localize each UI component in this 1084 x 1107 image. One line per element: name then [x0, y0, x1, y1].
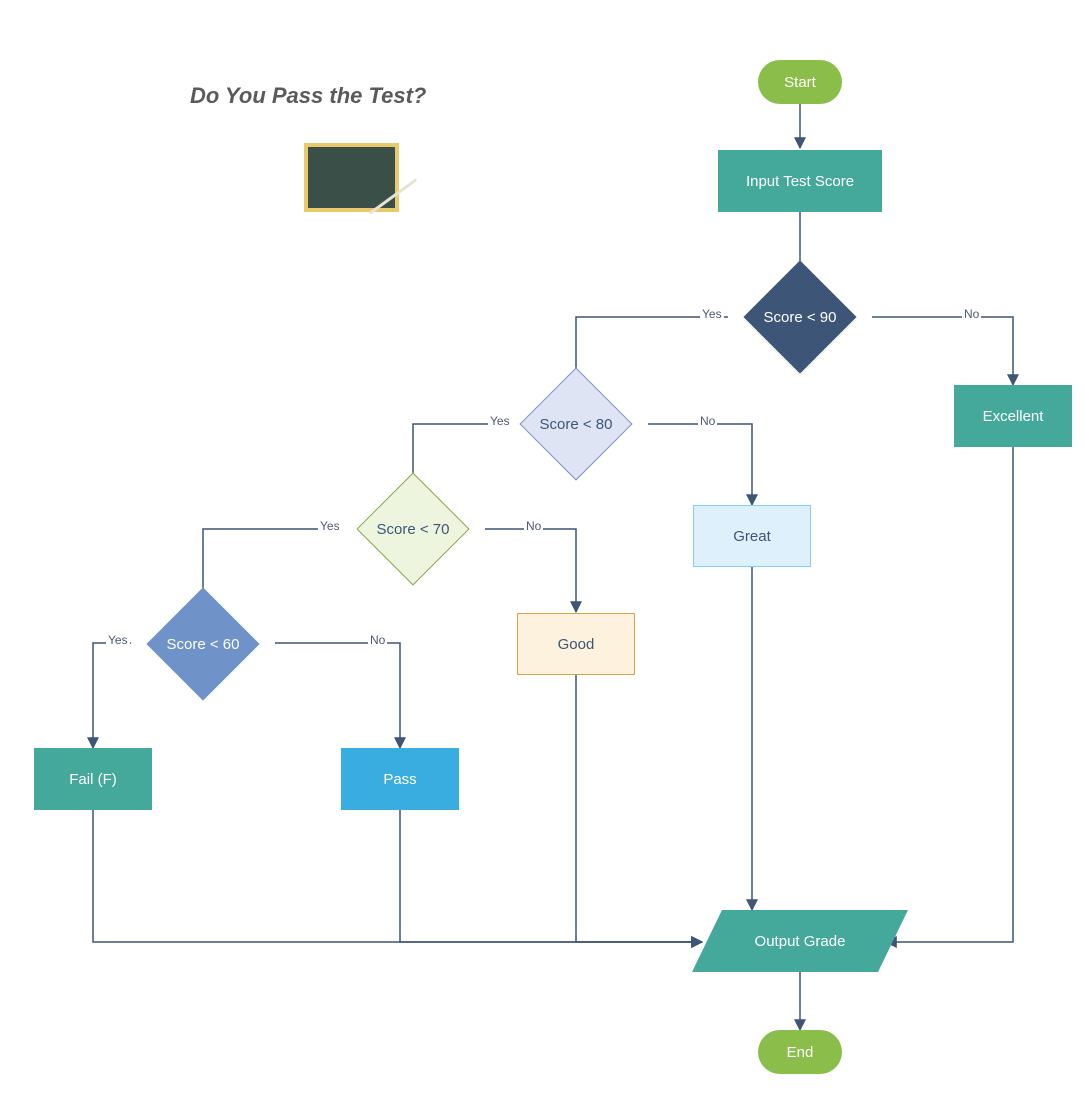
fail-node: Fail (F) — [34, 748, 152, 810]
pass-node: Pass — [341, 748, 459, 810]
edge-label-no: No — [368, 633, 387, 647]
input-score-label: Input Test Score — [746, 173, 854, 190]
flowchart-canvas: Do You Pass the Test? — [0, 0, 1084, 1107]
start-node: Start — [758, 60, 842, 104]
edge-label-no: No — [698, 414, 717, 428]
end-label: End — [787, 1044, 814, 1061]
output-grade-node: Output Grade — [692, 910, 908, 972]
input-score-node: Input Test Score — [718, 150, 882, 212]
pass-label: Pass — [383, 771, 416, 788]
edge-label-yes: Yes — [318, 519, 342, 533]
decision-lt80-label: Score < 80 — [540, 416, 613, 433]
decision-lt70-label: Score < 70 — [377, 521, 450, 538]
good-label: Good — [558, 636, 595, 653]
decision-lt60-label: Score < 60 — [167, 636, 240, 653]
excellent-node: Excellent — [954, 385, 1072, 447]
edge-label-no: No — [962, 307, 981, 321]
edge-label-yes: Yes — [106, 633, 130, 647]
excellent-label: Excellent — [983, 408, 1044, 425]
output-grade-label: Output Grade — [755, 933, 846, 950]
connectors-layer — [0, 0, 1084, 1107]
edge-label-yes: Yes — [700, 307, 724, 321]
start-label: Start — [784, 74, 816, 91]
great-label: Great — [733, 528, 771, 545]
edge-label-no: No — [524, 519, 543, 533]
decision-lt90-label: Score < 90 — [764, 309, 837, 326]
great-node: Great — [693, 505, 811, 567]
end-node: End — [758, 1030, 842, 1074]
fail-label: Fail (F) — [69, 771, 117, 788]
good-node: Good — [517, 613, 635, 675]
edge-label-yes: Yes — [488, 414, 512, 428]
